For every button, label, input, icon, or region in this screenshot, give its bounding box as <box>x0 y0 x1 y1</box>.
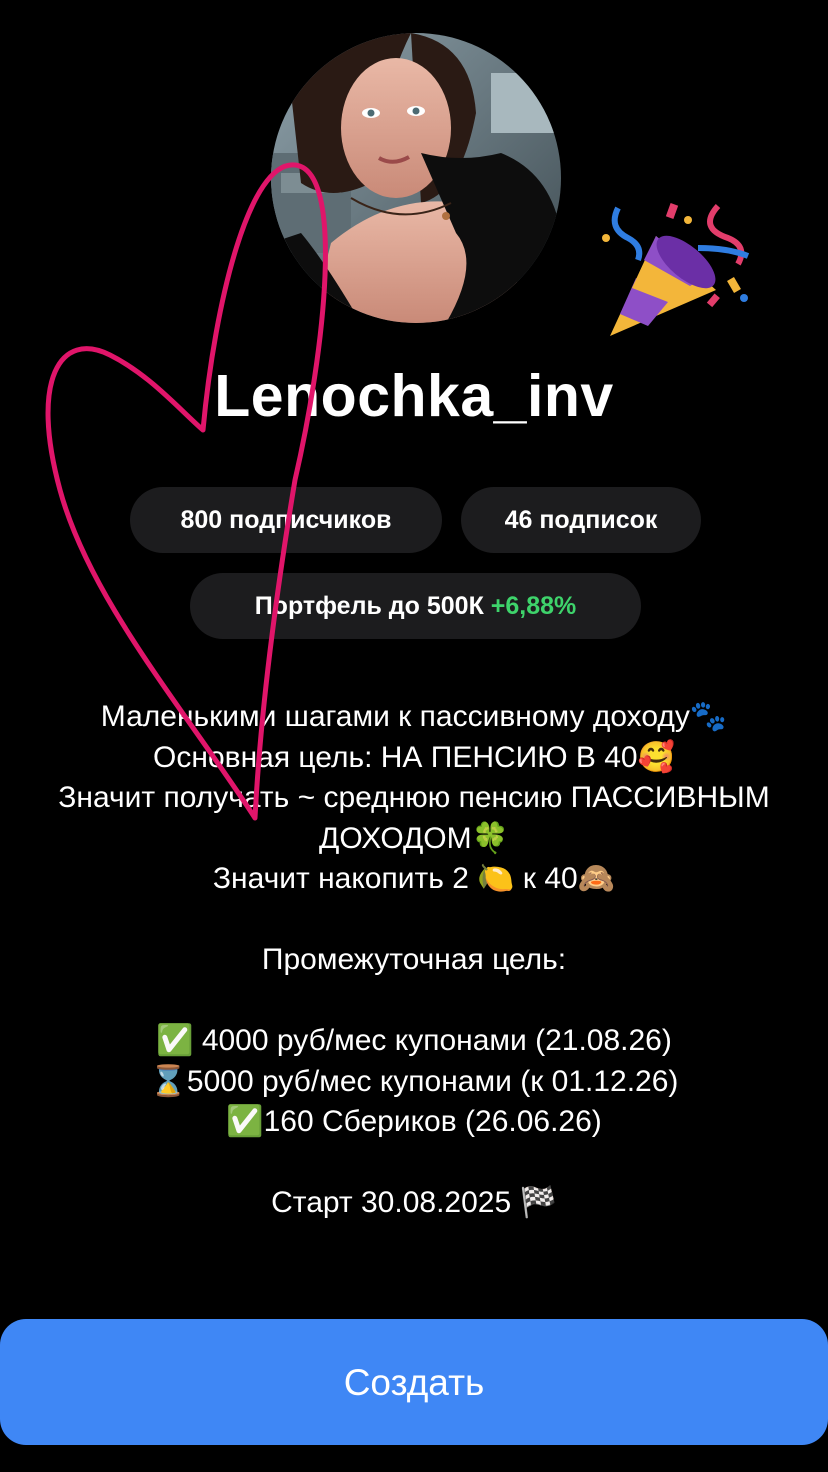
followers-button[interactable]: 800 подписчиков <box>130 487 442 553</box>
following-button[interactable]: 46 подписок <box>461 487 701 553</box>
bio-line: ДОХОДОМ🍀 <box>319 821 509 855</box>
create-button[interactable]: Создать <box>0 1319 828 1445</box>
bio-line: ✅ 4000 руб/мес купонами (21.08.26) <box>156 1024 672 1057</box>
bio-line: Маленькими шагами к пассивному доходу🐾 <box>100 700 728 733</box>
avatar[interactable] <box>271 33 561 323</box>
bio-line: Значит накопить 2 🍋 к 40🙈 <box>212 862 616 895</box>
username: Lenochka_inv <box>214 363 614 429</box>
bio-line: Значит получать ~ среднюю пенсию ПАССИВН… <box>58 781 770 814</box>
profile-bio: Маленькими шагами к пассивному доходу🐾 О… <box>0 697 828 1224</box>
bio-line: ✅160 Сбериков (26.06.26) <box>226 1105 602 1138</box>
avatar-photo <box>271 33 561 323</box>
party-popper-icon <box>602 203 750 336</box>
portfolio-label: Портфель до 500К <box>254 592 484 620</box>
bio-spacer <box>0 900 828 941</box>
portfolio-button[interactable]: Портфель до 500К +6,88% <box>190 573 641 639</box>
bio-line: Основная цель: НА ПЕНСИЮ В 40🥰 <box>153 740 675 774</box>
portfolio-change: +6,88% <box>490 592 577 620</box>
bio-spacer <box>0 1143 828 1184</box>
bio-line: ⌛5000 руб/мес купонами (к 01.12.26) <box>149 1064 679 1098</box>
bio-line: Промежуточная цель: <box>261 943 567 976</box>
bio-line: Старт 30.08.2025 🏁 <box>271 1186 557 1219</box>
bio-spacer <box>0 981 828 1022</box>
